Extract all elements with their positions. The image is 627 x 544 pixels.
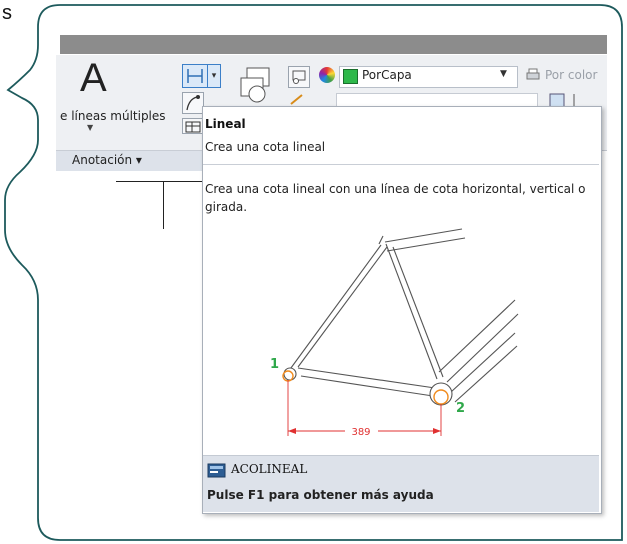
drawing-canvas[interactable] [56, 171, 204, 481]
printer-icon[interactable] [525, 67, 541, 83]
linear-dimension-dropdown[interactable]: ▾ [207, 64, 221, 88]
mtext-dropdown-icon[interactable]: ▼ [87, 123, 93, 132]
tooltip-separator [203, 164, 599, 165]
leader-button[interactable] [182, 92, 204, 114]
color-swatch [343, 69, 358, 84]
annotation-panel-label[interactable]: Anotación ▾ [72, 153, 142, 167]
plot-style-select[interactable]: Por color [545, 68, 597, 82]
mtext-label[interactable]: e líneas múltiples [60, 109, 166, 123]
help-hint: Pulse F1 para obtener más ayuda [207, 488, 434, 502]
color-wheel-icon[interactable] [319, 67, 335, 83]
table-button[interactable] [182, 118, 204, 134]
slide-title: s [2, 2, 12, 24]
leader-icon [186, 95, 200, 111]
tooltip-subtitle: Crea una cota lineal [205, 140, 326, 154]
dimension-value: 389 [351, 427, 370, 438]
color-select-value: PorCapa [362, 68, 412, 82]
bicycle-frame-illustration: 389 1 2 [270, 228, 519, 438]
command-icon [207, 463, 227, 479]
drawing-line [116, 181, 204, 182]
linear-dimension-button[interactable] [182, 64, 208, 88]
title-bar [60, 35, 607, 54]
tooltip-title: Lineal [205, 117, 246, 131]
chevron-down-icon[interactable]: ▼ [500, 69, 507, 79]
block-icon[interactable] [237, 66, 273, 104]
insert-icon[interactable] [288, 66, 310, 88]
point-2-label: 2 [456, 401, 465, 416]
mtext-icon[interactable]: A [80, 56, 107, 101]
drawing-line [163, 181, 164, 229]
table-icon [185, 121, 201, 133]
linear-dimension-icon [187, 69, 203, 83]
command-name: ACOLINEAL [231, 462, 308, 476]
edit-block-icon[interactable] [288, 92, 308, 106]
point-1-label: 1 [270, 357, 279, 372]
tooltip-description: Crea una cota lineal con una línea de co… [205, 182, 586, 214]
